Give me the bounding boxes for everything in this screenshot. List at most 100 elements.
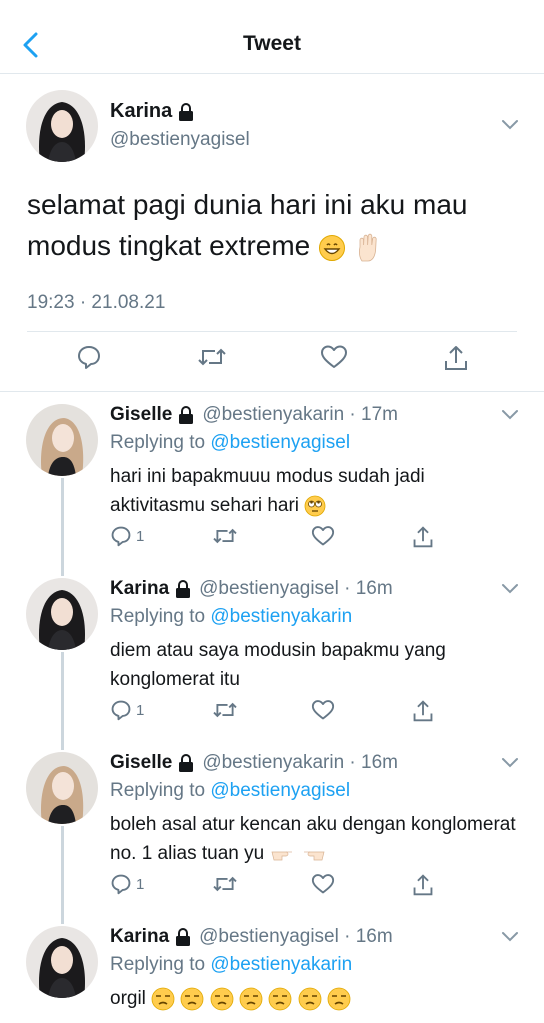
unamused-face-emoji (298, 987, 321, 1011)
thread-line (61, 652, 64, 740)
replying-to-link[interactable]: @bestienyakarin (210, 954, 352, 975)
lock-icon (179, 406, 194, 424)
reply-actions: 1 (110, 873, 530, 897)
lock-icon (176, 928, 191, 946)
replying-to-link[interactable]: @bestienyagisel (210, 780, 350, 801)
lock-icon (179, 102, 194, 121)
like-button[interactable] (320, 344, 348, 375)
more-options-button[interactable] (500, 118, 520, 137)
author-name[interactable]: Karina (110, 100, 194, 123)
avatar[interactable] (26, 578, 98, 650)
lock-icon (179, 754, 194, 772)
main-tweet: Karina @bestienyagisel selamat pagi duni… (0, 74, 544, 392)
author-handle-time[interactable]: @bestienyakarin · 16m (202, 752, 398, 774)
chevron-down-icon (502, 758, 518, 768)
reply-tweet[interactable]: Giselle @bestienyakarin · 17m Replying t… (0, 392, 544, 566)
author-name[interactable]: Karina (110, 578, 169, 600)
reply-header: Giselle @bestienyakarin · 16m (110, 752, 398, 774)
avatar[interactable] (26, 926, 98, 998)
retweet-button[interactable] (197, 344, 227, 375)
reply-text: orgil (110, 984, 520, 1013)
chevron-down-icon (502, 932, 518, 942)
like-button[interactable] (311, 873, 335, 895)
thread-line (61, 914, 64, 924)
page-title: Tweet (243, 32, 301, 55)
thread-line (61, 740, 64, 750)
more-options-button[interactable] (500, 930, 520, 949)
retweet-button[interactable] (212, 873, 238, 895)
avatar[interactable] (26, 752, 98, 824)
unamused-face-emoji (210, 987, 234, 1011)
reply-button[interactable]: 1 (110, 699, 144, 721)
reply-button[interactable]: 1 (110, 873, 144, 895)
reply-tweet[interactable]: Karina @bestienyagisel · 16m Replying to… (0, 566, 544, 740)
avatar[interactable] (26, 90, 98, 162)
reply-button[interactable]: 1 (110, 525, 144, 547)
like-button[interactable] (311, 699, 335, 721)
replying-to: Replying to @bestienyakarin (110, 606, 353, 627)
replying-to-link[interactable]: @bestienyagisel (210, 432, 350, 453)
replying-to: Replying to @bestienyagisel (110, 432, 351, 453)
reply-icon (111, 874, 131, 895)
chevron-down-icon (502, 120, 518, 130)
reply-count: 1 (136, 875, 145, 893)
chevron-down-icon (502, 410, 518, 420)
chevron-down-icon (502, 584, 518, 594)
author-handle-time[interactable]: @bestienyakarin · 17m (202, 404, 398, 426)
unamused-face-emoji (239, 987, 263, 1011)
unamused-face-emoji-row (151, 987, 351, 1011)
author-handle-time[interactable]: @bestienyagisel · 16m (199, 578, 393, 600)
thread-line (61, 826, 64, 914)
author-name[interactable]: Karina (110, 926, 169, 948)
reply-actions: 1 (110, 525, 530, 549)
author-name[interactable]: Giselle (110, 404, 172, 426)
reply-actions: 1 (110, 699, 530, 723)
more-options-button[interactable] (500, 756, 520, 775)
grinning-face-emoji (319, 234, 346, 261)
more-options-button[interactable] (500, 408, 520, 427)
heart-icon (321, 345, 347, 368)
retweet-icon (198, 348, 226, 366)
replying-to: Replying to @bestienyakarin (110, 954, 353, 975)
thread-line (61, 566, 64, 576)
share-icon (413, 700, 433, 722)
share-button[interactable] (412, 525, 434, 549)
reply-header: Karina @bestienyagisel · 16m (110, 578, 393, 600)
reply-text: boleh asal atur kencan aku dengan konglo… (110, 814, 516, 864)
tweet-timestamp: 19:23 · 21.08.21 (27, 292, 166, 313)
reply-header: Karina @bestienyagisel · 16m (110, 926, 393, 948)
retweet-icon (213, 528, 237, 544)
like-button[interactable] (311, 525, 335, 547)
share-icon (445, 346, 467, 370)
heart-icon (311, 526, 335, 546)
author-name[interactable]: Giselle (110, 752, 172, 774)
tweet-text: selamat pagi dunia hari ini aku mau modu… (27, 189, 468, 262)
tweet-actions (0, 344, 544, 378)
reply-tweet[interactable]: Giselle @bestienyakarin · 16m Replying t… (0, 740, 544, 914)
unamused-face-emoji (151, 987, 175, 1011)
retweet-button[interactable] (212, 525, 238, 547)
heart-icon (311, 700, 335, 720)
reply-icon (111, 700, 131, 721)
avatar[interactable] (26, 404, 98, 476)
unamused-face-emoji (268, 987, 292, 1011)
author-handle[interactable]: @bestienyagisel (110, 129, 250, 151)
raised-hand-emoji (358, 233, 377, 262)
reply-text: hari ini bapakmuuu modus sudah jadi akti… (110, 466, 425, 517)
unamused-face-emoji (327, 987, 351, 1011)
retweet-button[interactable] (212, 699, 238, 721)
reply-button[interactable] (76, 344, 102, 375)
reply-tweet[interactable]: Karina @bestienyagisel · 16m Replying to… (0, 914, 544, 1023)
retweet-icon (213, 876, 237, 892)
share-button[interactable] (443, 344, 469, 377)
replying-to: Replying to @bestienyagisel (110, 780, 351, 801)
reply-count: 1 (136, 701, 145, 719)
lock-icon (176, 580, 191, 598)
author-handle-time[interactable]: @bestienyagisel · 16m (199, 926, 393, 948)
share-button[interactable] (412, 699, 434, 723)
reply-icon (78, 346, 100, 369)
replying-to-link[interactable]: @bestienyakarin (210, 606, 352, 627)
share-button[interactable] (412, 873, 434, 897)
more-options-button[interactable] (500, 582, 520, 601)
unamused-face-emoji (181, 987, 204, 1011)
